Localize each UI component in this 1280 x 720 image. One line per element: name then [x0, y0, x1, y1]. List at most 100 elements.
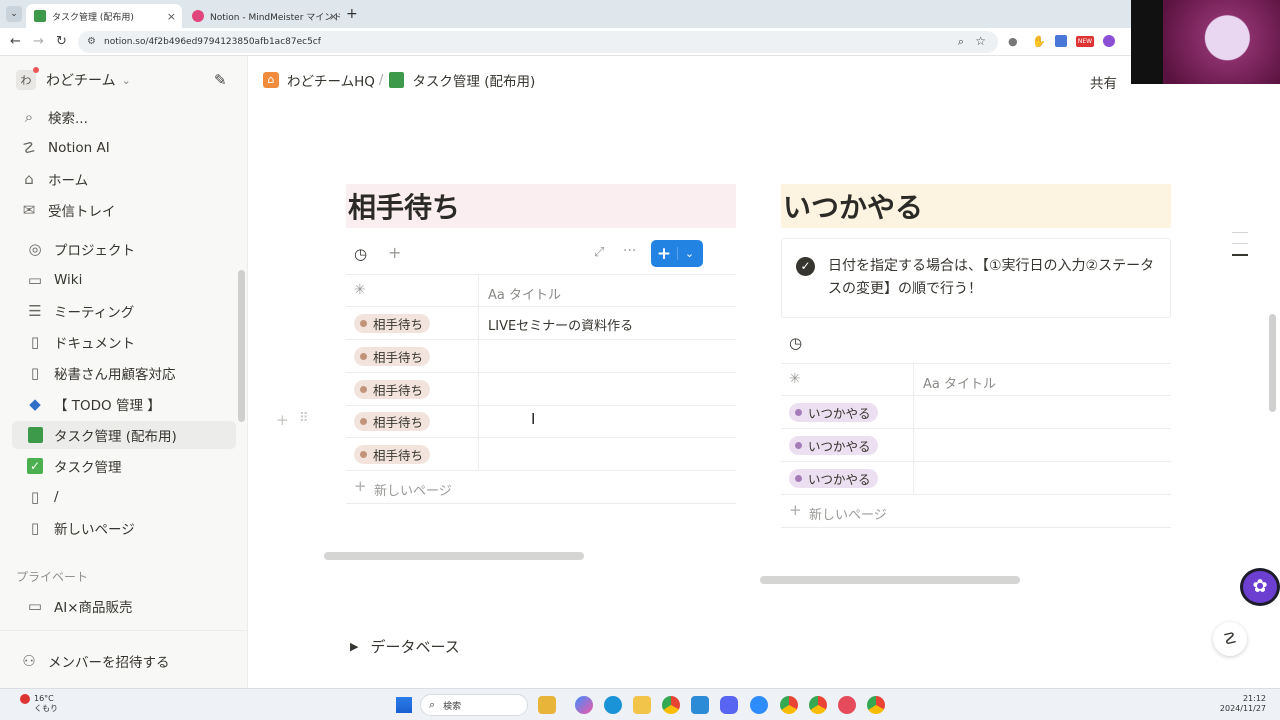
reload-icon[interactable]: ↻ [56, 34, 67, 49]
sidebar-item-document[interactable]: ▯ ドキュメント [12, 328, 236, 356]
sidebar-item-new-page[interactable]: ▯ 新しいページ [12, 514, 236, 542]
discord-icon[interactable] [720, 696, 738, 714]
app-icon[interactable] [838, 696, 856, 714]
search-icon: ⌕ [429, 698, 436, 711]
chrome-icon[interactable] [809, 696, 827, 714]
notepad-icon[interactable] [691, 696, 709, 714]
share-button[interactable]: 共有 [1090, 72, 1117, 92]
workspace-switcher[interactable]: わ わどチーム ⌄ [16, 67, 131, 91]
table-row[interactable]: 相手待ち [346, 340, 736, 373]
outline-indicator[interactable] [1232, 232, 1248, 256]
copilot-icon[interactable] [575, 696, 593, 714]
mic-icon[interactable]: ● [1008, 35, 1018, 48]
weather-widget[interactable]: 16°C くもり [18, 694, 58, 714]
row-add-icon[interactable]: + [276, 411, 289, 429]
sidebar-item-inbox[interactable]: ✉ 受信トレイ [12, 196, 236, 224]
sidebar-item-project[interactable]: ◎ プロジェクト [12, 235, 236, 263]
browser-tab-active[interactable]: タスク管理 (配布用) × [26, 4, 182, 28]
new-entry-button[interactable]: + ⌄ [651, 240, 703, 267]
sidebar-item-ai-sales[interactable]: ▭ AI×商品販売 [12, 592, 236, 620]
status-badge[interactable]: 相手待ち [354, 380, 431, 399]
table-row[interactable]: 相手待ち I [346, 405, 736, 438]
new-tab-button[interactable]: + [346, 6, 358, 22]
extension-icon[interactable]: ✋ [1032, 35, 1046, 48]
sidebar-item-task-dist[interactable]: タスク管理 (配布用) [12, 421, 236, 449]
clock-tray[interactable]: 21:12 2024/11/27 [1218, 694, 1266, 714]
clock-icon[interactable]: ◷ [789, 334, 802, 352]
horizontal-scrollbar[interactable] [760, 576, 1020, 584]
chevron-down-icon[interactable]: ⌄ [677, 247, 701, 260]
table-row[interactable]: いつかやる [781, 396, 1171, 429]
new-page-row[interactable]: + 新しいページ [781, 495, 1171, 528]
status-badge[interactable]: いつかやる [789, 469, 878, 488]
new-page-icon[interactable]: ✎ [214, 71, 227, 89]
sidebar-item-search[interactable]: ⌕ 検索... [12, 103, 236, 131]
horizontal-scrollbar[interactable] [324, 552, 584, 560]
private-section-heading[interactable]: プライベート [16, 568, 88, 585]
translate-icon[interactable] [1055, 35, 1067, 47]
breadcrumb-current[interactable]: タスク管理 (配布用) [412, 70, 535, 90]
close-tab-icon[interactable]: × [167, 10, 176, 23]
file-explorer-icon[interactable] [633, 696, 651, 714]
chrome-icon[interactable] [780, 696, 798, 714]
address-bar[interactable]: ⚙ notion.so/4f2b496ed9794123850afb1ac87e… [78, 31, 998, 53]
add-view-icon[interactable]: + [388, 243, 401, 262]
widget-icon[interactable] [538, 696, 556, 714]
table-row[interactable]: 相手待ち LIVEセミナーの資料作る [346, 307, 736, 340]
table-row[interactable]: 相手待ち [346, 438, 736, 471]
status-badge[interactable]: 相手待ち [354, 445, 431, 464]
windows-start-icon[interactable] [396, 697, 412, 713]
back-icon[interactable]: ← [10, 34, 21, 49]
sidebar-item-home[interactable]: ⌂ ホーム [12, 165, 236, 193]
zoom-icon[interactable]: ⌕ [958, 35, 964, 49]
taskbar-search[interactable]: ⌕ 検索 [420, 694, 528, 716]
forward-icon[interactable]: → [33, 34, 44, 49]
title-column-header[interactable]: Aa タイトル [488, 284, 561, 303]
status-badge[interactable]: 相手待ち [354, 314, 431, 333]
database-toggle[interactable]: ▶ データベース [350, 636, 460, 657]
sidebar-item-label: 受信トレイ [48, 204, 116, 220]
edge-icon[interactable] [604, 696, 622, 714]
breadcrumb-parent[interactable]: わどチームHQ [287, 70, 375, 90]
new-page-row[interactable]: + 新しいページ [346, 471, 736, 504]
chrome-icon[interactable] [662, 696, 680, 714]
table-row[interactable]: いつかやる [781, 462, 1171, 495]
sidebar-item-meeting[interactable]: ☰ ミーティング [12, 297, 236, 325]
bookmark-star-icon[interactable]: ☆ [975, 34, 986, 48]
status-badge[interactable]: いつかやる [789, 403, 878, 422]
sidebar-item-secretary[interactable]: ▯ 秘書さん用顧客対応 [12, 359, 236, 387]
extension-new-icon[interactable]: NEW [1076, 36, 1094, 47]
browser-tab[interactable]: Notion - MindMeister マインドマ × [184, 4, 344, 28]
status-label: 相手待ち [373, 448, 424, 463]
status-badge[interactable]: 相手待ち [354, 412, 431, 431]
sidebar-item-slash[interactable]: ▯ / [12, 483, 236, 511]
row-title[interactable]: LIVEセミナーの資料作る [488, 315, 633, 334]
sidebar-item-todo[interactable]: ◆ 【 TODO 管理 】 [12, 390, 236, 418]
green-book-icon [389, 72, 405, 88]
invite-members-button[interactable]: ⚇ メンバーを招待する [12, 647, 236, 675]
sidebar-item-wiki[interactable]: ▭ Wiki [12, 266, 236, 294]
table-row[interactable]: 相手待ち [346, 373, 736, 406]
status-badge[interactable]: いつかやる [789, 436, 878, 455]
extension-icon[interactable] [1103, 35, 1115, 47]
zoom-icon[interactable] [750, 696, 768, 714]
more-options-icon[interactable]: ··· [623, 243, 636, 259]
table-row[interactable]: いつかやる [781, 429, 1171, 462]
sidebar-item-task[interactable]: ✓ タスク管理 [12, 452, 236, 480]
close-tab-icon[interactable]: × [329, 10, 338, 23]
drag-handle-icon[interactable]: ⠿ [299, 411, 309, 426]
site-info-icon[interactable]: ⚙ [87, 36, 96, 47]
sidebar-item-notion-ai[interactable]: ☡ Notion AI [12, 134, 236, 162]
expand-icon[interactable]: ⤢ [594, 245, 604, 260]
chrome-icon[interactable] [867, 696, 885, 714]
title-column-header[interactable]: Aa タイトル [923, 373, 996, 392]
extension-floating-icon[interactable]: ✿ [1240, 568, 1280, 606]
status-badge[interactable]: 相手待ち [354, 347, 431, 366]
document-icon: ▯ [30, 519, 40, 537]
page-scrollbar[interactable] [1269, 314, 1276, 412]
clock-icon[interactable]: ◷ [354, 245, 367, 263]
notion-ai-icon[interactable]: ☡ [1213, 622, 1247, 656]
sidebar-scrollbar[interactable] [238, 270, 245, 422]
status-label: 相手待ち [373, 350, 424, 365]
tab-list-button[interactable]: ⌄ [6, 6, 22, 22]
